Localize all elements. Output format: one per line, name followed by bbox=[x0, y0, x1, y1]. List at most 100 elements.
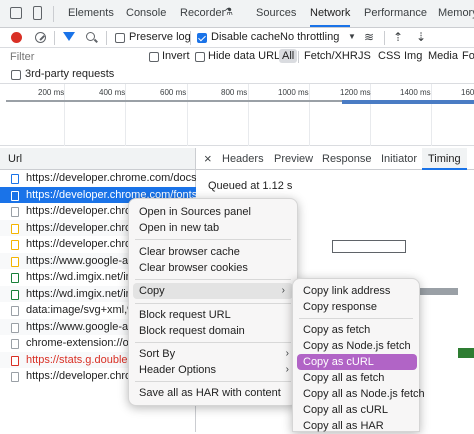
menu-copy[interactable]: Copy › bbox=[133, 283, 293, 299]
devtools-tab-bar: Elements Console Recorder ⚗ Sources Netw… bbox=[0, 0, 474, 28]
disable-cache-checkbox[interactable] bbox=[197, 33, 207, 43]
third-party-bar: 3rd-party requests bbox=[0, 66, 474, 84]
flask-icon: ⚗ bbox=[224, 7, 233, 18]
url-header-label: Url bbox=[8, 153, 23, 165]
image-icon bbox=[11, 306, 19, 316]
menu-separator bbox=[135, 303, 291, 304]
hide-data-urls-label: Hide data URLs bbox=[208, 50, 286, 62]
menu-open-in-new-tab[interactable]: Open in new tab bbox=[129, 220, 297, 236]
menu-copy-as-curl[interactable]: Copy as cURL bbox=[297, 354, 417, 370]
script-icon bbox=[11, 256, 19, 267]
timeline-bar bbox=[342, 100, 474, 104]
file-icon bbox=[11, 339, 19, 349]
menu-copy-response[interactable]: Copy response bbox=[293, 299, 419, 315]
menu-clear-cookies[interactable]: Clear browser cookies bbox=[129, 260, 297, 276]
filter-type-css[interactable]: CSS bbox=[378, 50, 401, 62]
menu-separator bbox=[135, 239, 291, 240]
timing-bar-green bbox=[458, 348, 474, 358]
menu-copy-all-as-fetch[interactable]: Copy all as fetch bbox=[293, 370, 419, 386]
filter-type-img[interactable]: Img bbox=[404, 50, 422, 62]
file-icon bbox=[11, 372, 19, 382]
filter-type-all[interactable]: All bbox=[279, 49, 298, 63]
tab-console[interactable]: Console bbox=[126, 0, 166, 27]
tab-recorder[interactable]: Recorder bbox=[180, 0, 225, 27]
device-toolbar-icon[interactable] bbox=[33, 6, 42, 20]
menu-header-options[interactable]: Header Options › bbox=[129, 362, 297, 378]
inspect-element-icon[interactable] bbox=[10, 7, 22, 19]
invert-label: Invert bbox=[162, 50, 190, 62]
timeline-tick: 1200 ms bbox=[340, 88, 371, 97]
menu-block-url[interactable]: Block request URL bbox=[129, 307, 297, 323]
filter-icon[interactable] bbox=[63, 32, 75, 41]
timing-bar-gray bbox=[418, 288, 458, 295]
third-party-label: 3rd-party requests bbox=[25, 68, 115, 80]
font-file-icon bbox=[11, 190, 19, 201]
chevron-down-icon: ▼ bbox=[348, 32, 356, 41]
menu-save-har[interactable]: Save all as HAR with content bbox=[129, 385, 297, 401]
close-icon[interactable]: × bbox=[204, 148, 212, 170]
menu-copy-link-address[interactable]: Copy link address bbox=[293, 283, 419, 299]
queued-text: Queued at 1.12 s bbox=[208, 180, 293, 192]
file-icon bbox=[11, 322, 19, 333]
url-column-header[interactable]: Url bbox=[0, 148, 196, 170]
tab-headers[interactable]: Headers bbox=[222, 148, 264, 170]
document-icon bbox=[11, 174, 19, 184]
filter-input[interactable] bbox=[4, 49, 138, 65]
menu-copy-as-node-fetch[interactable]: Copy as Node.js fetch bbox=[293, 338, 419, 354]
script-icon bbox=[11, 223, 19, 234]
timeline-tick: 200 ms bbox=[38, 88, 65, 97]
timeline-tick: 800 ms bbox=[221, 88, 248, 97]
timeline-tick: 600 ms bbox=[160, 88, 187, 97]
menu-separator bbox=[299, 318, 413, 319]
menu-copy-all-as-node-fetch[interactable]: Copy all as Node.js fetch bbox=[293, 386, 425, 402]
detail-tab-bar: × Headers Preview Response Initiator Tim… bbox=[196, 148, 474, 170]
timeline-tick: 1400 ms bbox=[400, 88, 431, 97]
menu-copy-as-fetch[interactable]: Copy as fetch bbox=[293, 322, 419, 338]
tab-performance[interactable]: Performance bbox=[364, 0, 427, 27]
tab-memory[interactable]: Memory bbox=[438, 0, 474, 27]
invert-checkbox[interactable] bbox=[149, 52, 159, 62]
tab-sources[interactable]: Sources bbox=[256, 0, 296, 27]
tab-preview[interactable]: Preview bbox=[274, 148, 313, 170]
menu-clear-cache[interactable]: Clear browser cache bbox=[129, 244, 297, 260]
hide-data-urls-checkbox[interactable] bbox=[195, 52, 205, 62]
chevron-right-icon: › bbox=[285, 348, 289, 359]
menu-sort-by[interactable]: Sort By › bbox=[129, 346, 297, 362]
menu-separator bbox=[135, 381, 291, 382]
wifi-settings-icon[interactable]: ≋ bbox=[364, 30, 374, 44]
timeline-tick: 1000 ms bbox=[278, 88, 309, 97]
context-menu: Open in Sources panel Open in new tab Cl… bbox=[128, 198, 298, 406]
menu-copy-all-as-curl[interactable]: Copy all as cURL bbox=[293, 402, 419, 418]
record-icon[interactable] bbox=[11, 32, 22, 43]
timeline-overview[interactable]: 200 ms 400 ms 600 ms 800 ms 1000 ms 1200… bbox=[0, 84, 474, 146]
timeline-tick: 400 ms bbox=[99, 88, 126, 97]
menu-open-in-sources[interactable]: Open in Sources panel bbox=[129, 204, 297, 220]
tab-initiator[interactable]: Initiator bbox=[381, 148, 417, 170]
file-icon bbox=[11, 355, 19, 366]
disable-cache-label: Disable cache bbox=[211, 31, 281, 43]
filter-type-media[interactable]: Media bbox=[428, 50, 458, 62]
tab-elements[interactable]: Elements bbox=[68, 0, 114, 27]
tab-response[interactable]: Response bbox=[322, 148, 372, 170]
third-party-checkbox[interactable] bbox=[11, 70, 21, 80]
preserve-log-checkbox[interactable] bbox=[115, 33, 125, 43]
tab-network[interactable]: Network bbox=[310, 0, 351, 27]
script-icon bbox=[11, 240, 19, 250]
chevron-right-icon: › bbox=[285, 364, 289, 375]
request-row[interactable]: https://developer.chrome.com/docs/... bbox=[0, 170, 196, 187]
filter-type-js[interactable]: JS bbox=[358, 50, 371, 62]
download-icon[interactable]: ⇣ bbox=[416, 30, 426, 44]
filter-type-fetch-xhr[interactable]: Fetch/XHR bbox=[304, 50, 358, 62]
image-icon bbox=[11, 273, 19, 283]
menu-block-domain[interactable]: Block request domain bbox=[129, 323, 297, 339]
upload-icon[interactable]: ⇡ bbox=[393, 30, 403, 44]
menu-separator bbox=[135, 342, 291, 343]
chevron-right-icon: › bbox=[281, 285, 285, 296]
timing-bar-empty bbox=[332, 240, 406, 253]
tab-timing[interactable]: Timing bbox=[422, 148, 467, 170]
preserve-log-label: Preserve log bbox=[129, 31, 191, 43]
filter-type-font[interactable]: Fo bbox=[462, 50, 474, 62]
menu-separator bbox=[135, 279, 291, 280]
throttling-select[interactable]: No throttling bbox=[280, 31, 339, 43]
file-icon bbox=[11, 207, 19, 217]
